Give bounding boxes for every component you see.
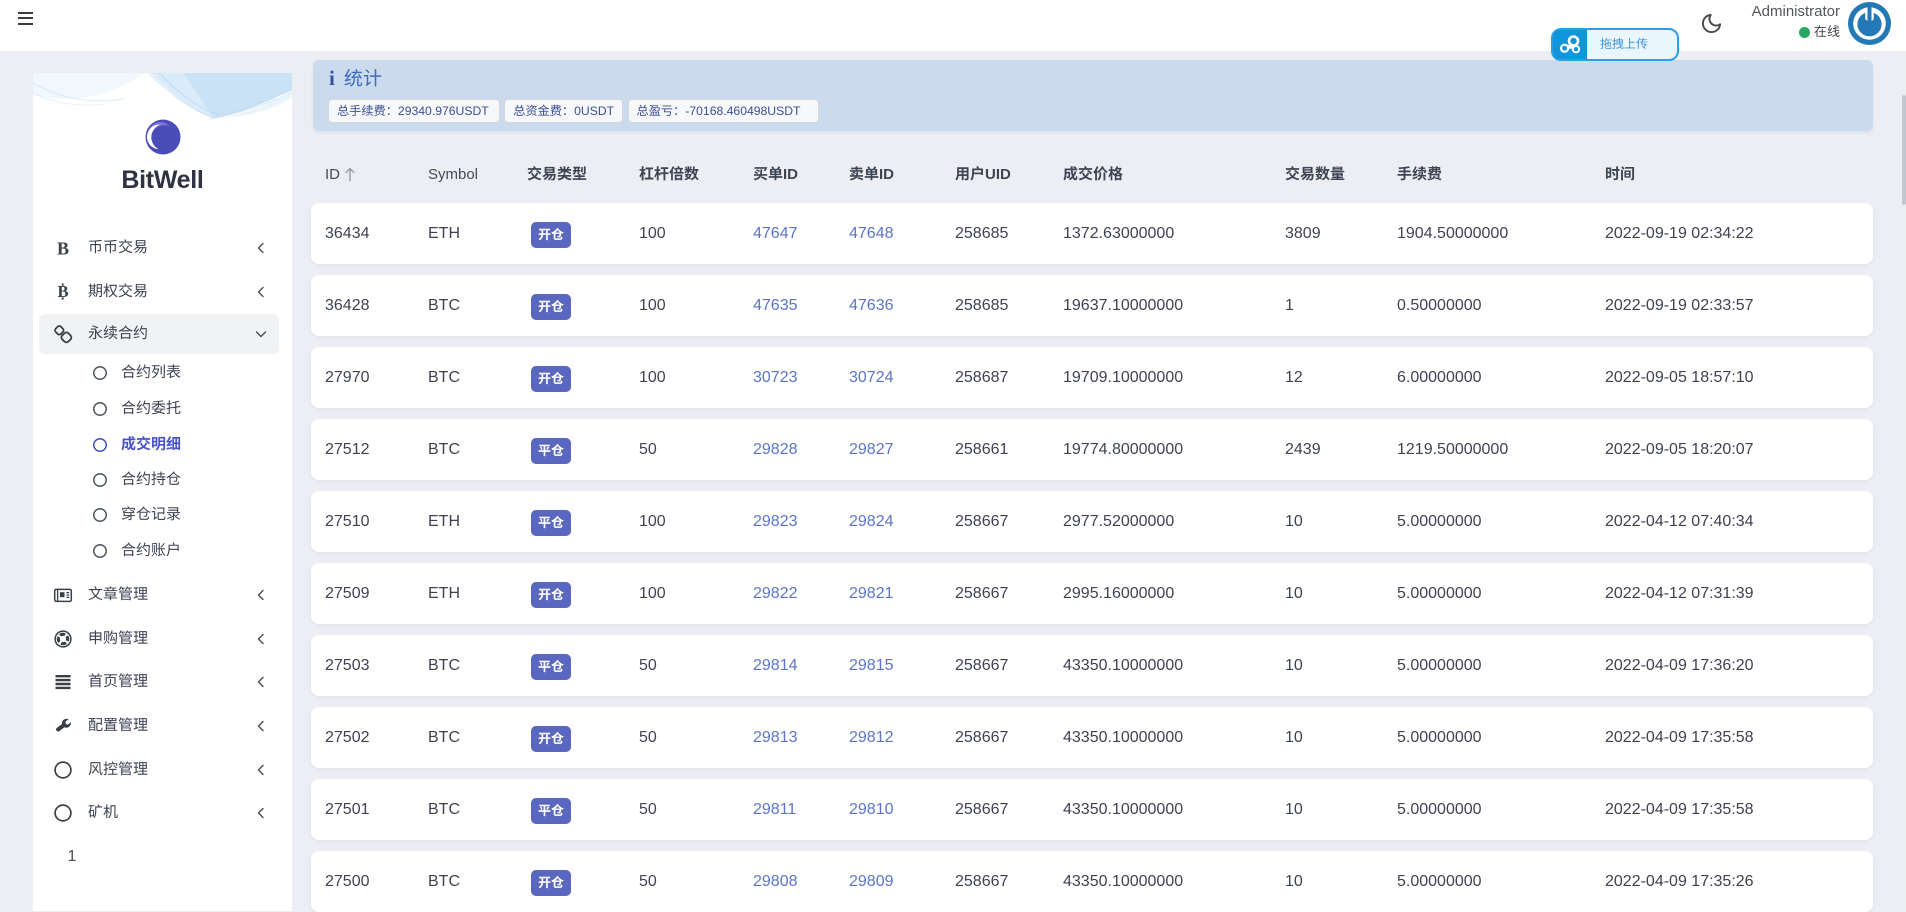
svg-text:B: B xyxy=(57,239,69,259)
